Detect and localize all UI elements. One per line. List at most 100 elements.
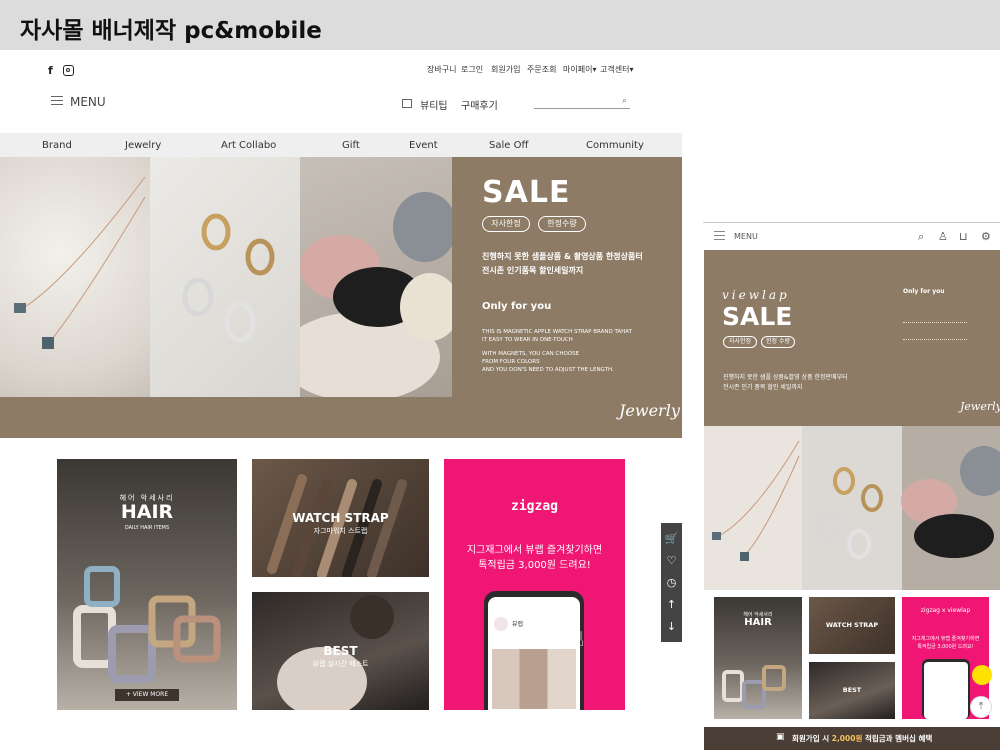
mobile-eng-copy (903, 322, 967, 340)
category-nav (0, 133, 682, 157)
mobile-watch-tile[interactable]: WATCH STRAP (809, 597, 895, 654)
canvas: 자사몰 배너제작 pc&mobile f 장바구니 로그인 회원가입 주문조회 … (0, 0, 1000, 750)
best-sub: 뷰랩 실시간 베스트 (312, 660, 369, 668)
mobile-zigzag-logo: zigzag x viewlap (920, 607, 971, 614)
nav-event[interactable]: Event (409, 140, 438, 151)
instagram-icon[interactable] (63, 65, 74, 76)
nav-community[interactable]: Community (586, 140, 644, 151)
join-text-after: 적립금과 멤버십 혜택 (862, 734, 933, 743)
mobile-signature: Jewerly (960, 400, 1000, 413)
banner-eng-3: WITH MAGNETS, YOU CAN CHOOSE (482, 351, 580, 357)
banner-desc-1: 진행하지 못한 샘플상품 & 촬영상품 한정상품터 (482, 252, 643, 261)
mobile-banner[interactable]: viewlap SALE 자사한정 한정 수량 진행하지 못한 샘플 상품&촬영… (704, 250, 1000, 426)
zigzag-logo: zigzag (511, 499, 558, 514)
earrings-photo (150, 157, 300, 397)
gift-icon: ▣ (776, 732, 785, 742)
mobile-user-icon[interactable]: ♙ (938, 230, 948, 243)
search-icon[interactable]: ⌕ (622, 96, 627, 106)
page-title: 자사몰 배너제작 pc&mobile (20, 18, 322, 44)
mobile-best-title: BEST (842, 686, 862, 694)
join-text-highlight: 2,000원 (831, 734, 863, 743)
hand-pointer-icon: ☝ (572, 627, 585, 651)
util-cs-link[interactable]: 고객센터▾ (600, 64, 633, 75)
title-bar: 자사몰 배너제작 pc&mobile (0, 0, 1000, 50)
banner-eng-2: IT EASY TO WEAR IN ONE-TOUCH (482, 337, 573, 343)
quick-rail: 🛒 ♡ ◷ ↑ ↓ (661, 523, 682, 642)
mobile-zigzag-line-2: 톡적립금 3,000원 드려요! (917, 644, 974, 650)
hair-title: HAIR (120, 501, 174, 523)
arrow-down-icon[interactable]: ↓ (661, 617, 682, 637)
banner-only-for-you: Only for you (482, 301, 552, 312)
mobile-hair-tile[interactable]: 헤어 악세사리 HAIR (714, 597, 802, 719)
mobile-hamburger-icon[interactable] (714, 231, 725, 240)
mobile-product-photos (704, 426, 1000, 590)
arrow-up-icon[interactable]: ↑ (661, 595, 682, 615)
banner-eng-5: AND YOU DON'S NEED TO ADJUST THE LENGTH. (482, 367, 614, 373)
watch-strap-sub: 자그마워치 스트랩 (313, 527, 368, 535)
banner-sale-title: SALE (482, 175, 571, 210)
mobile-pill-exclusive: 자사한정 (723, 336, 757, 348)
view-more-button[interactable]: + VIEW MORE (115, 689, 179, 701)
hamburger-icon[interactable] (51, 96, 63, 106)
mobile-pill-limited: 한정 수량 (761, 336, 795, 348)
util-login-link[interactable]: 로그인 (461, 64, 483, 75)
heart-icon[interactable]: ♡ (661, 551, 682, 571)
zigzag-line-1: 지그재그에서 뷰랩 즐겨찾기하면 (466, 545, 603, 556)
nav-brand[interactable]: Brand (42, 140, 72, 151)
util-order-link[interactable]: 주문조회 (527, 64, 556, 75)
menu-label[interactable]: MENU (70, 95, 106, 109)
pc-main-banner[interactable]: SALE 자사한정 한정수량 진행하지 못한 샘플상품 & 촬영상품 한정상품터… (0, 157, 682, 438)
hair-sub: DAILY HAIR ITEMS (124, 525, 170, 531)
mobile-cart-icon[interactable]: ⊔ (959, 230, 968, 243)
mobile-scroll-top-icon[interactable]: ⤒ (970, 696, 992, 718)
best-tile[interactable]: BEST 뷰랩 실시간 베스트 (252, 592, 429, 710)
app-title: 뷰랩 (512, 621, 524, 628)
mobile-watch-title: WATCH STRAP (825, 621, 879, 629)
banner-pill-exclusive: 자사한정 (482, 216, 530, 232)
facebook-icon[interactable]: f (48, 64, 53, 77)
banner-desc-2: 전시존 인기품목 할인세일까지 (482, 266, 584, 275)
mobile-join-banner[interactable]: ▣ 회원가입 시 2,000원 적립금과 멤버십 혜택 (704, 727, 1000, 750)
mobile-best-tile[interactable]: BEST (809, 662, 895, 719)
cart-icon[interactable]: 🛒 (661, 529, 682, 549)
util-cart-link[interactable]: 장바구니 (427, 64, 456, 75)
necklace-photo (0, 157, 150, 397)
util-mypage-link[interactable]: 마이페이▾ (563, 64, 596, 75)
mobile-only-for-you: Only for you (903, 288, 945, 295)
mobile-join-text: 회원가입 시 2,000원 적립금과 멤버십 혜택 (792, 733, 932, 744)
watch-strap-title: WATCH STRAP (292, 511, 389, 525)
nav-sale-off[interactable]: Sale Off (489, 140, 528, 151)
join-text-before: 회원가입 시 (792, 734, 832, 743)
phone-mockup: 뷰랩 (484, 591, 584, 710)
tips-link[interactable]: 뷰티팁 (420, 97, 448, 112)
mobile-zigzag-line-1: 지그재그에서 뷰랩 즐겨찾기하면 (911, 636, 980, 642)
banner-eng-4: FROM FOUR COLORS (482, 359, 540, 365)
mobile-search-icon[interactable]: ⌕ (918, 230, 924, 244)
best-title: BEST (323, 644, 358, 658)
clock-icon[interactable]: ◷ (661, 573, 682, 593)
hair-claw-photo (300, 157, 452, 397)
nav-jewelry[interactable]: Jewelry (125, 140, 161, 151)
mobile-menu-label[interactable]: MENU (734, 232, 758, 241)
reviews-link[interactable]: 구매후기 (461, 97, 498, 112)
search-input[interactable] (534, 108, 630, 109)
zigzag-tile[interactable]: zigzag 지그재그에서 뷰랩 즐겨찾기하면 톡적립금 3,000원 드려요!… (444, 459, 625, 710)
mobile-script-title: viewlap (722, 288, 790, 302)
book-icon (402, 99, 412, 108)
banner-pill-limited: 한정수량 (538, 216, 586, 232)
mobile-settings-icon[interactable]: ⚙ (981, 230, 991, 243)
mobile-chat-button[interactable] (972, 665, 992, 685)
util-join-link[interactable]: 회원가입 (491, 64, 520, 75)
mobile-sale-title: SALE (722, 302, 793, 331)
nav-gift[interactable]: Gift (342, 140, 360, 151)
mobile-hair-title: HAIR (744, 617, 772, 628)
hair-tile[interactable]: 헤어 악세사리 HAIR DAILY HAIR ITEMS + VIEW MOR… (57, 459, 237, 710)
banner-eng-1: THIS IS MAGNETIC APPLE WATCH STRAP BRAND… (482, 329, 633, 335)
banner-signature: Jewerly (619, 401, 680, 420)
mobile-phone-mockup (922, 659, 970, 719)
mobile-desc-1: 진행하지 못한 샘플 상품&촬영 상품 한정판매부터 (723, 374, 848, 381)
watch-strap-tile[interactable]: WATCH STRAP 자그마워치 스트랩 (252, 459, 429, 577)
nav-art-collabo[interactable]: Art Collabo (221, 140, 276, 151)
mobile-desc-2: 전시존 인기 품목 할인 세일까지 (723, 384, 803, 391)
zigzag-line-2: 톡적립금 3,000원 드려요! (478, 560, 591, 571)
